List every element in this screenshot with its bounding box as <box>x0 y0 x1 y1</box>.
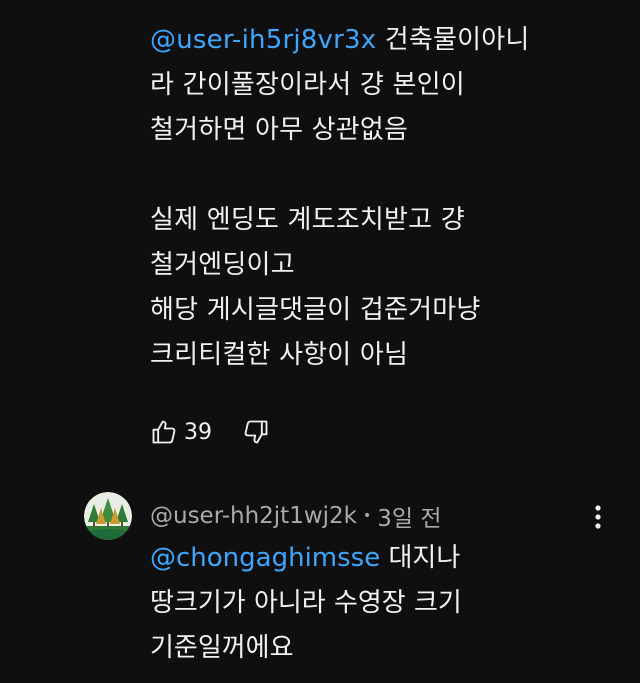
reply-line-1: @chongaghimsse 대지나 <box>150 535 620 580</box>
comment-line-7: 해당 게시글댓글이 겁준거마냥 <box>150 295 481 325</box>
comment-text-segment: 건축물이아니 <box>376 25 530 55</box>
reply-line-3: 기준일꺼에요 <box>150 633 294 663</box>
comment-action-bar: 39 <box>150 412 270 452</box>
separator: • <box>362 508 372 524</box>
dislike-button[interactable] <box>242 418 270 446</box>
comment-line-5: 실제 엔딩도 계도조치받고 걍 <box>150 205 465 235</box>
reply-header: @user-hh2jt1wj2k • 3일 전 <box>150 500 442 532</box>
thumbs-up-icon <box>152 420 176 444</box>
more-vert-icon <box>595 505 601 529</box>
comment-line-3: 철거하면 아무 상관없음 <box>150 115 409 145</box>
comment-line-6: 철거엔딩이고 <box>150 250 295 280</box>
reply-text: @chongaghimsse 대지나 땅크기가 아니라 수영장 크기 기준일꺼에… <box>150 535 620 670</box>
more-options-button[interactable] <box>583 502 613 532</box>
like-button[interactable]: 39 <box>150 418 212 446</box>
thumbs-down-icon <box>244 420 268 444</box>
like-count: 39 <box>184 419 212 445</box>
reply-text-segment: 대지나 <box>380 543 461 573</box>
mention-link[interactable]: @chongaghimsse <box>150 543 380 573</box>
mention-link[interactable]: @user-ih5rj8vr3x <box>150 25 376 55</box>
reply-author[interactable]: @user-hh2jt1wj2k <box>150 503 357 529</box>
forest-avatar-icon <box>84 492 132 540</box>
avatar[interactable] <box>84 492 132 540</box>
reply-time: 3일 전 <box>377 506 442 532</box>
reply-line-2: 땅크기가 아니라 수영장 크기 <box>150 588 462 618</box>
comment-text: @user-ih5rj8vr3x 건축물이아니 라 간이풀장이라서 걍 본인이 … <box>150 18 620 378</box>
comment-line-1: @user-ih5rj8vr3x 건축물이아니 <box>150 18 620 63</box>
comment-line-8: 크리티컬한 사항이 아님 <box>150 340 409 370</box>
comment-line-2: 라 간이풀장이라서 걍 본인이 <box>150 70 465 100</box>
